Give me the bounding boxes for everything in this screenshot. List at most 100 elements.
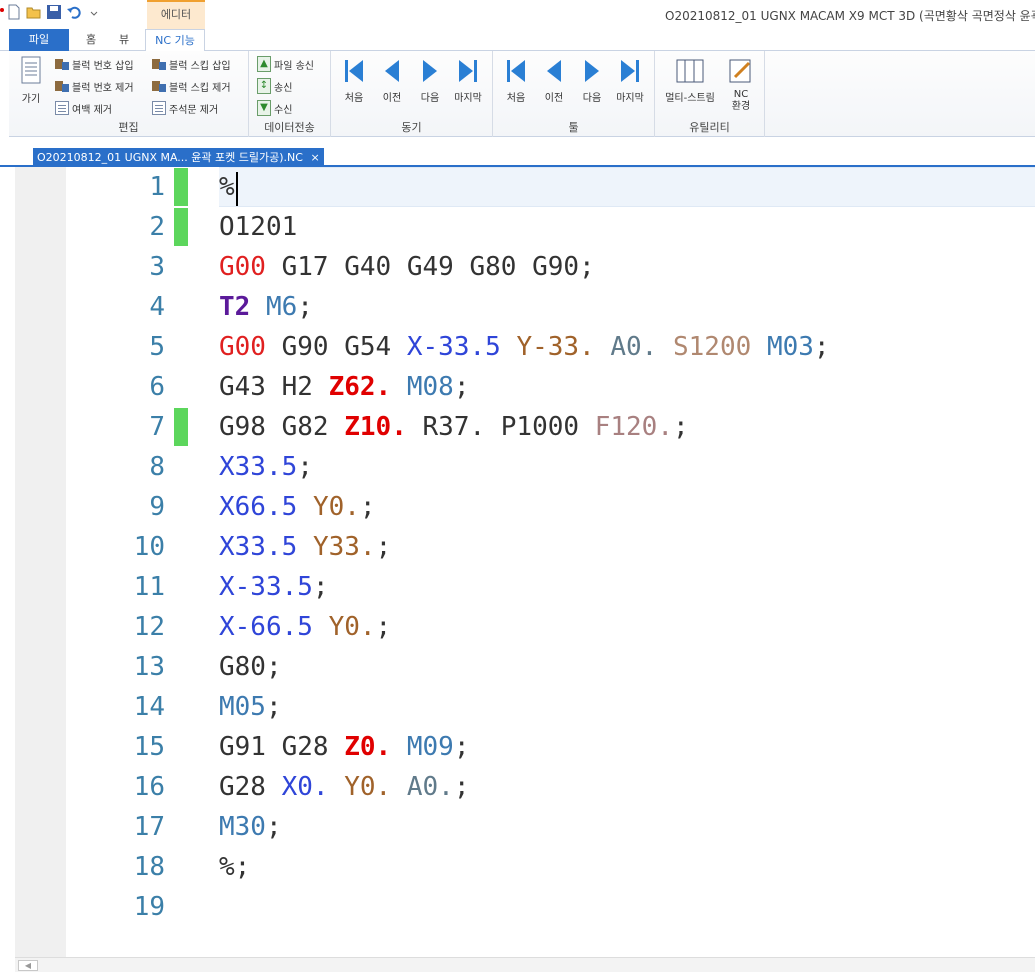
tab-view[interactable]: 뷰 (112, 29, 136, 51)
multi-stream-button[interactable]: 멀티-스트림 (659, 55, 721, 104)
sync-prev-button[interactable]: 이전 (373, 55, 411, 104)
code-token: A0. (610, 332, 658, 362)
text-cursor (236, 172, 238, 206)
code-text: G00 G17 G40 G49 G80 G90; (219, 247, 595, 287)
tool-prev-label: 이전 (544, 93, 564, 104)
code-text: G00 G90 G54 X-33.5 Y-33. A0. S1200 M03; (219, 327, 830, 367)
line-number: 16 (133, 772, 165, 802)
sync-next-button[interactable]: 다음 (411, 55, 449, 104)
code-line[interactable]: 1% (66, 167, 1035, 207)
send-file-button[interactable]: ▲ 파일 송신 (257, 55, 314, 73)
code-token: X66.5 (219, 492, 298, 522)
code-line[interactable]: 19 (66, 887, 1035, 927)
insert-block-number-button[interactable]: 블럭 번호 삽입 (55, 55, 134, 73)
last-icon (621, 60, 639, 82)
code-token: ; (453, 372, 470, 402)
remove-block-skip-button[interactable]: 블럭 스킵 제거 (152, 77, 231, 95)
tool-first-button[interactable]: 처음 (497, 55, 535, 104)
close-icon[interactable]: × (310, 151, 319, 164)
sync-prev-label: 이전 (382, 93, 402, 104)
open-folder-icon[interactable] (26, 4, 42, 20)
code-token: S1200 (673, 332, 752, 362)
remove-block-skip-label: 블럭 스킵 제거 (169, 82, 231, 94)
send-button[interactable]: ↕ 송신 (257, 77, 292, 95)
status-dot (0, 8, 4, 12)
code-line[interactable]: 16 G28 X0. Y0. A0.; (66, 767, 1035, 807)
receive-button[interactable]: ▼ 수신 (257, 99, 292, 117)
block-skip-icon (152, 57, 166, 71)
code-token: G17 G40 G49 G80 G90; (265, 252, 595, 282)
code-token: G80; (219, 652, 282, 682)
line-number: 12 (133, 612, 165, 642)
code-token: T2 (219, 292, 251, 322)
document-tab-label: O20210812_01 UGNX MA... 윤곽 포켓 드릴가공).NC (37, 151, 303, 164)
line-number: 5 (149, 332, 165, 362)
code-line[interactable]: 3 G00 G17 G40 G49 G80 G90; (66, 247, 1035, 287)
nc-settings-button[interactable]: NC 환경 (723, 55, 759, 113)
code-line[interactable]: 12 X-66.5 Y0.; (66, 607, 1035, 647)
tool-prev-button[interactable]: 이전 (535, 55, 573, 104)
new-file-icon[interactable] (6, 4, 22, 20)
code-line[interactable]: 11 X-33.5; (66, 567, 1035, 607)
horizontal-scrollbar[interactable]: ◀ (15, 957, 1035, 972)
group-data-transfer-label: 데이터전송 (264, 121, 315, 134)
tab-file[interactable]: 파일 (9, 29, 69, 51)
code-text: X33.5; (219, 447, 313, 487)
group-utility: 멀티-스트림 NC 환경 유틸리티 (655, 51, 765, 137)
line-number: 9 (149, 492, 165, 522)
code-token: Y-33. (516, 332, 595, 362)
code-line[interactable]: 4 T2 M6; (66, 287, 1035, 327)
remove-comments-button[interactable]: 주석문 제거 (152, 99, 218, 117)
send-label: 송신 (274, 82, 293, 94)
sync-first-button[interactable]: 처음 (335, 55, 373, 104)
tool-next-button[interactable]: 다음 (573, 55, 611, 104)
previous-icon (547, 60, 561, 82)
remove-whitespace-button[interactable]: 여백 제거 (55, 99, 112, 117)
sync-last-button[interactable]: 마지막 (449, 55, 487, 104)
tool-last-label: 마지막 (616, 93, 644, 104)
tool-last-button[interactable]: 마지막 (611, 55, 649, 104)
code-token: R37. P1000 (406, 412, 595, 442)
code-line[interactable]: 13 G80; (66, 647, 1035, 687)
code-token: M30 (219, 812, 266, 842)
scroll-left-button[interactable]: ◀ (18, 960, 38, 971)
code-token: G00 (219, 252, 266, 282)
code-line[interactable]: 2 O1201 (66, 207, 1035, 247)
code-line[interactable]: 7 G98 G82 Z10. R37. P1000 F120.; (66, 407, 1035, 447)
group-edit: 가기 블럭 번호 삽입 블럭 번호 제거 여백 제거 블럭 스킵 삽입 블럭 스… (9, 51, 249, 137)
code-line[interactable]: 17 M30; (66, 807, 1035, 847)
context-tab-editor[interactable]: 에디터 (147, 0, 205, 29)
document-tab[interactable]: O20210812_01 UGNX MA... 윤곽 포켓 드릴가공).NC × (33, 148, 324, 167)
code-text: X66.5 Y0.; (219, 487, 376, 527)
code-line[interactable]: 8 X33.5; (66, 447, 1035, 487)
tab-nc-functions[interactable]: NC 기능 (145, 29, 205, 52)
code-line[interactable]: 5 G00 G90 G54 X-33.5 Y-33. A0. S1200 M03; (66, 327, 1035, 367)
customize-toolbar-icon[interactable] (86, 4, 102, 20)
code-line[interactable]: 18%; (66, 847, 1035, 887)
insert-block-skip-button[interactable]: 블럭 스킵 삽입 (152, 55, 231, 73)
code-line[interactable]: 14 M05; (66, 687, 1035, 727)
code-text: M30; (219, 807, 282, 847)
code-line[interactable]: 9 X66.5 Y0.; (66, 487, 1035, 527)
code-token: M03 (766, 332, 814, 362)
code-text: O1201 (219, 207, 297, 247)
code-line[interactable]: 6 G43 H2 Z62. M08; (66, 367, 1035, 407)
code-token: M05 (219, 692, 266, 722)
last-icon (459, 60, 477, 82)
code-line[interactable]: 15 G91 G28 Z0. M09; (66, 727, 1035, 767)
save-icon[interactable] (46, 4, 62, 20)
tab-home[interactable]: 홈 (79, 29, 103, 51)
remove-block-number-button[interactable]: 블럭 번호 제거 (55, 77, 134, 95)
code-token: X-33.5 (219, 572, 313, 602)
goto-button[interactable]: 가기 (13, 55, 49, 105)
line-number: 3 (149, 252, 165, 282)
remove-block-number-label: 블럭 번호 제거 (72, 82, 134, 94)
block-number-icon (55, 57, 69, 71)
fold-margin (15, 167, 66, 957)
code-line[interactable]: 10 X33.5 Y33.; (66, 527, 1035, 567)
undo-icon[interactable] (66, 4, 82, 20)
